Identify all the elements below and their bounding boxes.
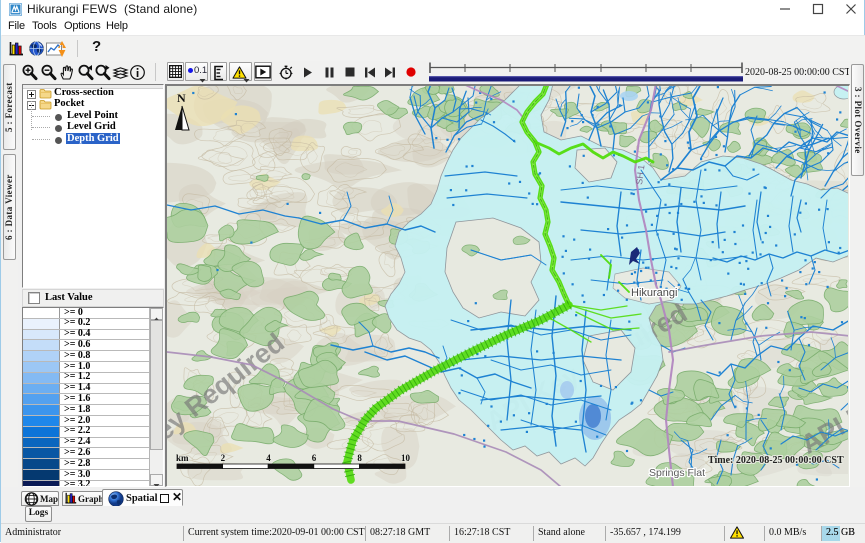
svg-text:4: 4 xyxy=(266,453,271,463)
svg-text:km: km xyxy=(176,453,189,463)
svg-text:2: 2 xyxy=(221,453,226,463)
svg-text:10: 10 xyxy=(401,453,411,463)
svg-text:N: N xyxy=(177,91,186,105)
svg-text:8: 8 xyxy=(357,453,362,463)
svg-text:Springs Flat: Springs Flat xyxy=(649,467,705,479)
svg-text:Time: 2020-08-25 00:00:00 CST: Time: 2020-08-25 00:00:00 CST xyxy=(708,455,844,466)
svg-text:Hikurangi: Hikurangi xyxy=(631,287,677,299)
svg-text:6: 6 xyxy=(312,453,317,463)
